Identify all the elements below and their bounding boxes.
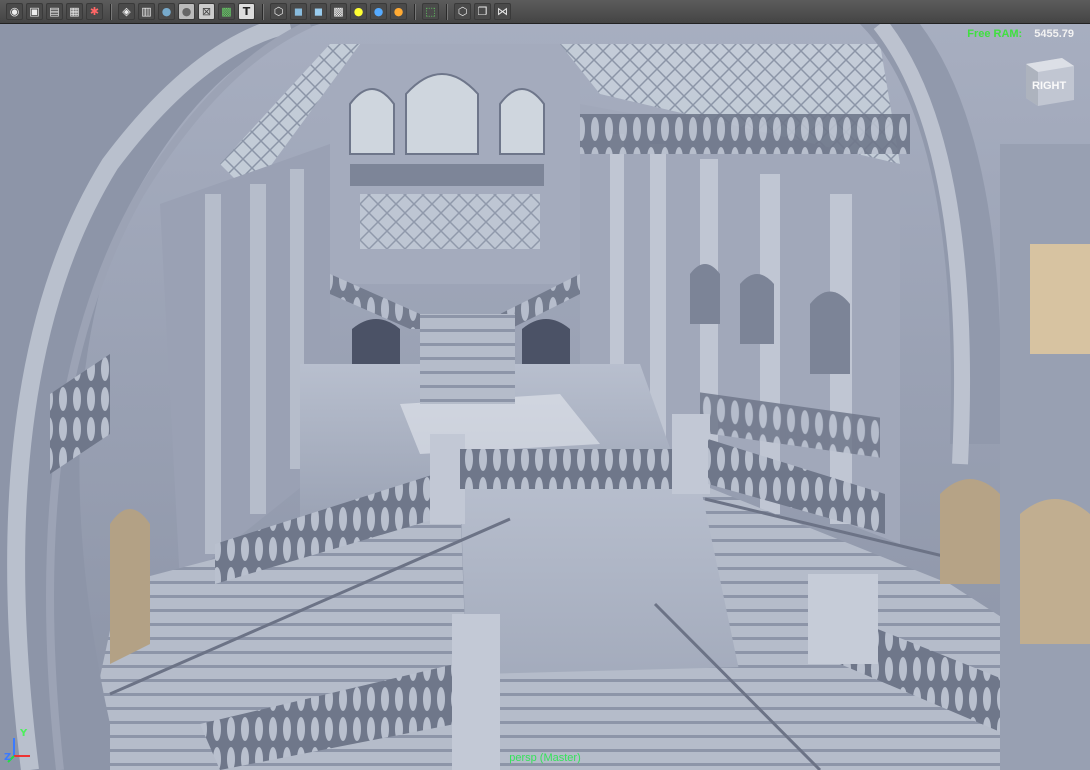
light-bulb-orange-icon[interactable]: ● [390, 3, 407, 20]
light-bulb-blue-icon[interactable]: ● [370, 3, 387, 20]
camera-bookmark-icon[interactable]: ▣ [26, 3, 43, 20]
wireframe-mode-icon[interactable]: ▥ [138, 3, 155, 20]
toolbar-separator [446, 3, 448, 20]
3d-viewport[interactable]: Free RAM: 5455.79 RIGHT Y Z persp (Master… [0, 24, 1090, 770]
light-bulb-yellow-icon[interactable]: ● [350, 3, 367, 20]
isolate-select-icon[interactable]: ⬡ [270, 3, 287, 20]
axis-y-label: Y [20, 728, 28, 739]
duplicate-icon[interactable]: ❐ [474, 3, 491, 20]
share-icon[interactable]: ⋈ [494, 3, 511, 20]
film-gate-icon[interactable]: ✱ [86, 3, 103, 20]
axis-z-label: Z [4, 752, 12, 763]
view-cube[interactable]: RIGHT [1022, 54, 1074, 106]
default-lighting-icon[interactable]: ● [158, 3, 175, 20]
checker-icon[interactable]: ▩ [330, 3, 347, 20]
shaded-cube-icon[interactable]: ◼ [290, 3, 307, 20]
image-plane-icon[interactable]: ▤ [46, 3, 63, 20]
camera-attributes-icon[interactable]: ◉ [6, 3, 23, 20]
shaded-mode-icon[interactable]: ◈ [118, 3, 135, 20]
viewport-toolbar: ◉ ▣ ▤ ▦ ✱ ◈ ▥ ● ● ⊠ ▩ T ⬡ ◼ ◼ ▩ ● ● ● ⬚ … [0, 0, 1090, 24]
xray-icon[interactable]: ⊠ [198, 3, 215, 20]
toolbar-separator [110, 3, 112, 20]
text-icon[interactable]: T [238, 3, 255, 20]
view-cube-label: RIGHT [1032, 80, 1067, 92]
textured-cube-icon[interactable]: ◼ [310, 3, 327, 20]
free-ram-label: Free RAM: [967, 28, 1023, 40]
free-ram-readout: Free RAM: 5455.79 [967, 28, 1074, 40]
smooth-shade-icon[interactable]: ● [178, 3, 195, 20]
toolbar-separator [414, 3, 416, 20]
axis-gizmo: Y Z [4, 728, 36, 764]
toolbar-separator [262, 3, 264, 20]
free-ram-value: 5455.79 [1034, 28, 1074, 40]
camera-name-label: persp (Master) [509, 752, 581, 764]
grid-icon[interactable]: ▦ [66, 3, 83, 20]
select-tool-icon[interactable]: ⬚ [422, 3, 439, 20]
cube-icon[interactable]: ⬡ [454, 3, 471, 20]
scene-render [0, 24, 1090, 770]
textured-icon[interactable]: ▩ [218, 3, 235, 20]
